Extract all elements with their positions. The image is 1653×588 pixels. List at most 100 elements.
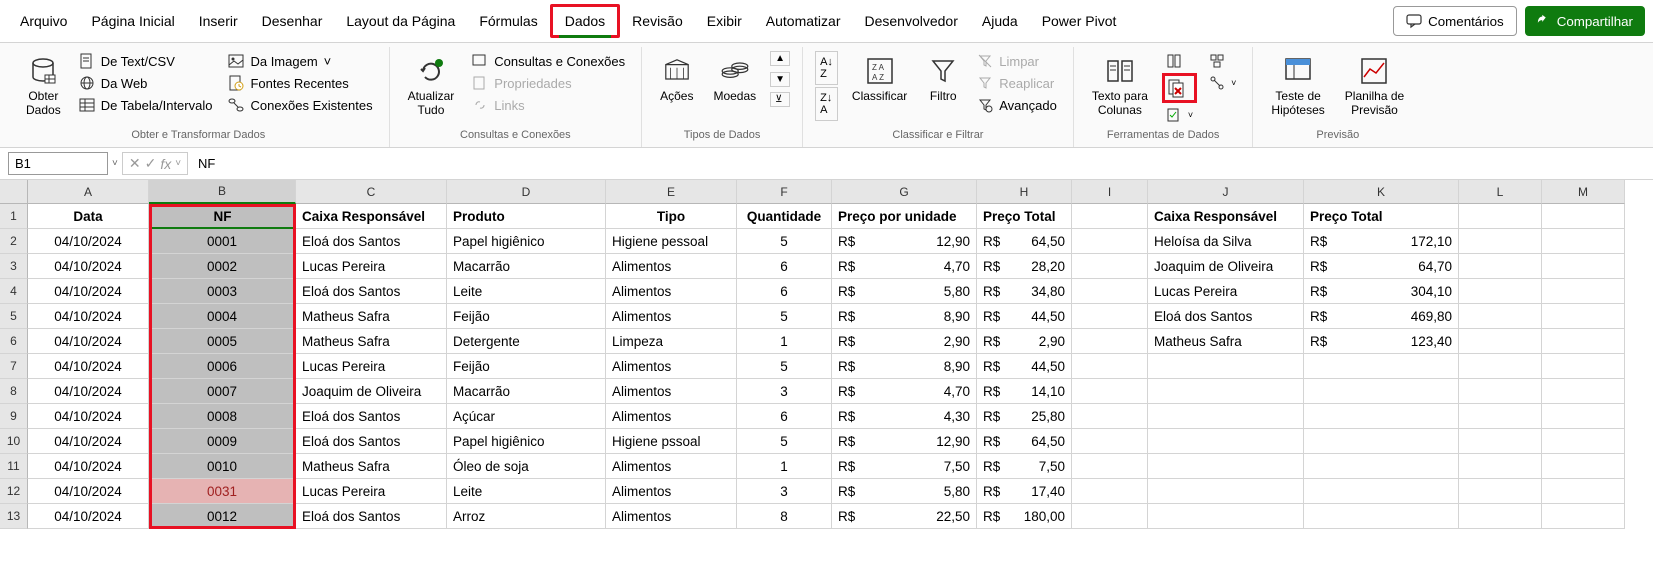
cell-11-D[interactable]: Óleo de soja	[447, 454, 606, 479]
cell-8-J[interactable]	[1148, 379, 1304, 404]
cell-3-D[interactable]: Macarrão	[447, 254, 606, 279]
cell-11-K[interactable]	[1304, 454, 1459, 479]
cell-8-E[interactable]: Alimentos	[606, 379, 737, 404]
header-cell-F[interactable]: Quantidade	[737, 204, 832, 229]
cell-7-L[interactable]	[1459, 354, 1542, 379]
cell-2-D[interactable]: Papel higiênico	[447, 229, 606, 254]
cell-9-A[interactable]: 04/10/2024	[28, 404, 149, 429]
cell-11-E[interactable]: Alimentos	[606, 454, 737, 479]
cell-13-H[interactable]: R$180,00	[977, 504, 1072, 529]
row-header-6[interactable]: 6	[0, 329, 28, 354]
cell-6-F[interactable]: 1	[737, 329, 832, 354]
col-header-F[interactable]: F	[737, 180, 832, 204]
cell-6-C[interactable]: Matheus Safra	[296, 329, 447, 354]
cell-11-L[interactable]	[1459, 454, 1542, 479]
cell-6-L[interactable]	[1459, 329, 1542, 354]
cell-11-B[interactable]: 0010	[149, 454, 296, 479]
cell-7-D[interactable]: Feijão	[447, 354, 606, 379]
cell-13-J[interactable]	[1148, 504, 1304, 529]
cell-8-F[interactable]: 3	[737, 379, 832, 404]
menu-revisao[interactable]: Revisão	[620, 7, 695, 35]
cell-9-G[interactable]: R$4,30	[832, 404, 977, 429]
cell-9-M[interactable]	[1542, 404, 1625, 429]
menu-formulas[interactable]: Fórmulas	[467, 7, 549, 35]
cell-5-F[interactable]: 5	[737, 304, 832, 329]
classificar-button[interactable]: Z AA Z Classificar	[846, 51, 913, 107]
cell-4-E[interactable]: Alimentos	[606, 279, 737, 304]
cell-8-H[interactable]: R$14,10	[977, 379, 1072, 404]
fontes-recentes-button[interactable]: Fontes Recentes	[224, 73, 376, 93]
cell-2-E[interactable]: Higiene pessoal	[606, 229, 737, 254]
cell-3-B[interactable]: 0002	[149, 254, 296, 279]
cell-3-C[interactable]: Lucas Pereira	[296, 254, 447, 279]
cell-2-I[interactable]	[1072, 229, 1148, 254]
cell-11-M[interactable]	[1542, 454, 1625, 479]
row-header-13[interactable]: 13	[0, 504, 28, 529]
cell-6-D[interactable]: Detergente	[447, 329, 606, 354]
cell-5-G[interactable]: R$8,90	[832, 304, 977, 329]
sort-asc-button[interactable]: A↓Z	[815, 51, 838, 85]
cell-5-H[interactable]: R$44,50	[977, 304, 1072, 329]
cell-10-D[interactable]: Papel higiênico	[447, 429, 606, 454]
row-header-12[interactable]: 12	[0, 479, 28, 504]
texto-colunas-button[interactable]: Texto paraColunas	[1086, 51, 1154, 122]
header-cell-J[interactable]: Caixa Responsável	[1148, 204, 1304, 229]
cell-6-J[interactable]: Matheus Safra	[1148, 329, 1304, 354]
cell-10-E[interactable]: Higiene pssoal	[606, 429, 737, 454]
cell-13-G[interactable]: R$22,50	[832, 504, 977, 529]
cell-8-D[interactable]: Macarrão	[447, 379, 606, 404]
cell-7-E[interactable]: Alimentos	[606, 354, 737, 379]
cell-4-C[interactable]: Eloá dos Santos	[296, 279, 447, 304]
cell-12-J[interactable]	[1148, 479, 1304, 504]
obter-dados-button[interactable]: ObterDados	[20, 51, 67, 122]
cell-10-H[interactable]: R$64,50	[977, 429, 1072, 454]
cell-5-J[interactable]: Eloá dos Santos	[1148, 304, 1304, 329]
cell-2-J[interactable]: Heloísa da Silva	[1148, 229, 1304, 254]
cancel-icon[interactable]: ✕	[129, 155, 141, 172]
cell-6-A[interactable]: 04/10/2024	[28, 329, 149, 354]
cell-3-K[interactable]: R$64,70	[1304, 254, 1459, 279]
cell-13-I[interactable]	[1072, 504, 1148, 529]
row-header-10[interactable]: 10	[0, 429, 28, 454]
cell-13-D[interactable]: Arroz	[447, 504, 606, 529]
cell-2-F[interactable]: 5	[737, 229, 832, 254]
select-all-corner[interactable]	[0, 180, 28, 204]
cell-7-M[interactable]	[1542, 354, 1625, 379]
cell-4-F[interactable]: 6	[737, 279, 832, 304]
cell-8-B[interactable]: 0007	[149, 379, 296, 404]
col-header-C[interactable]: C	[296, 180, 447, 204]
cell-3-F[interactable]: 6	[737, 254, 832, 279]
cell-12-I[interactable]	[1072, 479, 1148, 504]
cell-4-M[interactable]	[1542, 279, 1625, 304]
cell-12-M[interactable]	[1542, 479, 1625, 504]
cell-13-M[interactable]	[1542, 504, 1625, 529]
cell-7-C[interactable]: Lucas Pereira	[296, 354, 447, 379]
scroll-down-icon[interactable]: ▼	[770, 72, 790, 87]
col-header-L[interactable]: L	[1459, 180, 1542, 204]
cell-11-C[interactable]: Matheus Safra	[296, 454, 447, 479]
cell-12-L[interactable]	[1459, 479, 1542, 504]
expand-icon[interactable]: ⊻	[770, 92, 790, 107]
cell-2-G[interactable]: R$12,90	[832, 229, 977, 254]
cell-2-K[interactable]: R$172,10	[1304, 229, 1459, 254]
cell-9-L[interactable]	[1459, 404, 1542, 429]
scroll-up-icon[interactable]: ▲	[770, 51, 790, 66]
cell-13-C[interactable]: Eloá dos Santos	[296, 504, 447, 529]
header-cell-C[interactable]: Caixa Responsável	[296, 204, 447, 229]
menu-exibir[interactable]: Exibir	[695, 7, 754, 35]
cell-7-I[interactable]	[1072, 354, 1148, 379]
row-header-3[interactable]: 3	[0, 254, 28, 279]
cell-9-C[interactable]: Eloá dos Santos	[296, 404, 447, 429]
cell-5-M[interactable]	[1542, 304, 1625, 329]
cell-5-A[interactable]: 04/10/2024	[28, 304, 149, 329]
cell-12-D[interactable]: Leite	[447, 479, 606, 504]
cell-2-A[interactable]: 04/10/2024	[28, 229, 149, 254]
cell-8-I[interactable]	[1072, 379, 1148, 404]
cell-10-M[interactable]	[1542, 429, 1625, 454]
formula-input[interactable]	[192, 153, 1645, 174]
cell-7-G[interactable]: R$8,90	[832, 354, 977, 379]
cell-4-I[interactable]	[1072, 279, 1148, 304]
cell-5-D[interactable]: Feijão	[447, 304, 606, 329]
cell-6-B[interactable]: 0005	[149, 329, 296, 354]
header-cell-A[interactable]: Data	[28, 204, 149, 229]
